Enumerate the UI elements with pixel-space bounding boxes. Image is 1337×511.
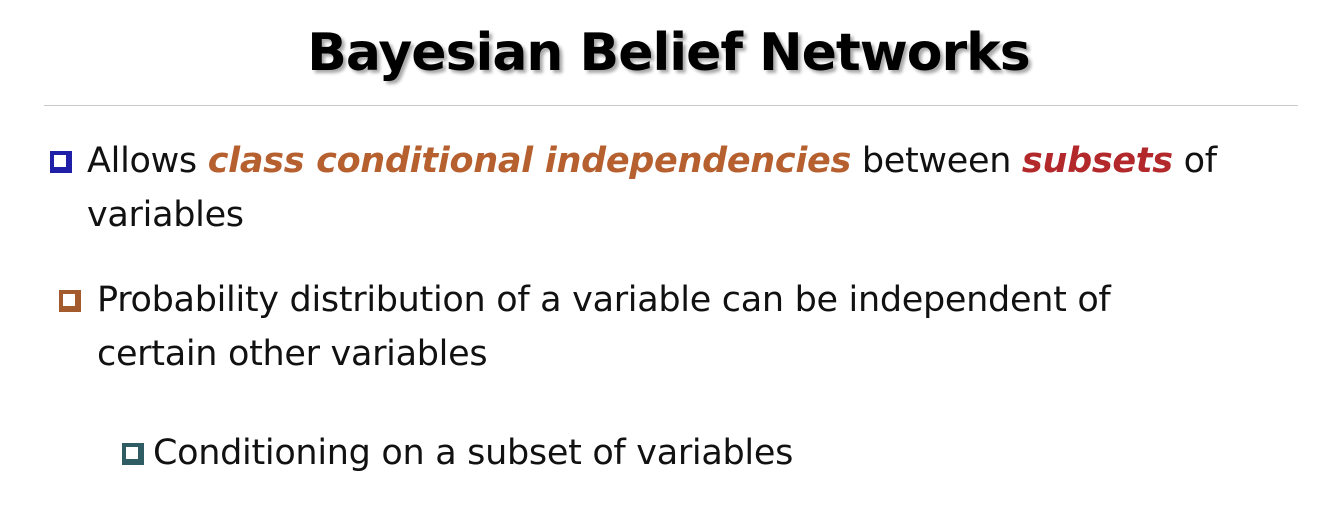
bullet-3-square-icon bbox=[122, 443, 144, 465]
bullet-1-text: Allows class conditional independencies … bbox=[87, 134, 1287, 242]
slide-title: Bayesian Belief Networks bbox=[307, 23, 1030, 83]
bullet-3-text: Conditioning on a subset of variables bbox=[153, 433, 794, 473]
bullet-2-square-icon bbox=[59, 290, 81, 312]
slide: Bayesian Belief Networks Allows class co… bbox=[0, 0, 1337, 511]
bullet-2-text: Probability distribution of a variable c… bbox=[97, 280, 1111, 374]
bullet-1-text-plain: Allows bbox=[87, 141, 208, 181]
bullet-1-emphasis-subsets: subsets bbox=[1021, 141, 1173, 181]
bullet-1-emphasis-class-conditional: class conditional independencies bbox=[207, 141, 852, 181]
bullet-1-square-icon bbox=[50, 151, 72, 173]
title-divider bbox=[44, 105, 1298, 106]
bullet-1-text-between: between bbox=[851, 141, 1022, 181]
